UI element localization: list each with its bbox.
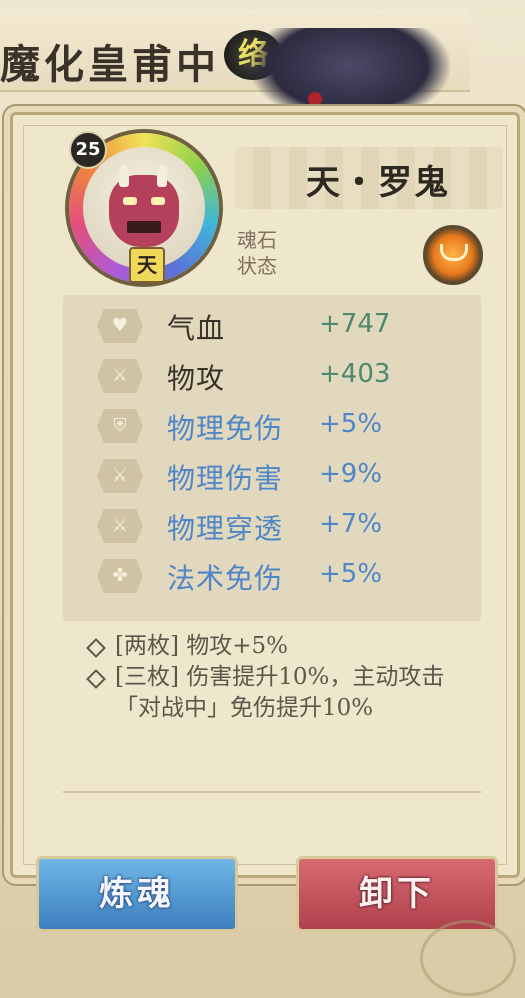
set-bonus-two: [两枚] 物攻+5% <box>86 631 467 662</box>
stat-name: 法术免伤 <box>167 562 284 595</box>
stat-name: 物理免伤 <box>167 412 284 445</box>
tier-badge: 天 <box>129 247 165 283</box>
sword-icon: ⚔ <box>97 509 143 543</box>
stat-row: ⛨ 物理免伤 +5% <box>97 405 477 451</box>
set-bonus-three: [三枚] 伤害提升10%，主动攻击「对战中」免伤提升10% <box>86 662 467 724</box>
set-bonus-list: [两枚] 物攻+5% [三枚] 伤害提升10%，主动攻击「对战中」免伤提升10% <box>86 631 467 724</box>
soul-stone-name: 天・罗鬼 <box>306 163 450 203</box>
stat-value: +403 <box>319 359 391 389</box>
level-badge: 25 <box>69 131 107 169</box>
stat-row: ⚔ 物理穿透 +7% <box>97 505 477 551</box>
sword-icon: ⚔ <box>97 359 143 393</box>
stat-row: ✤ 法术免伤 +5% <box>97 555 477 601</box>
sword-icon: ⚔ <box>97 459 143 493</box>
monster-silhouette <box>250 28 450 123</box>
stat-name: 物理穿透 <box>167 512 284 545</box>
heart-icon: ♥ <box>97 309 143 343</box>
boss-title: 魔化皇甫中 <box>0 41 220 88</box>
stat-name: 气血 <box>167 312 226 345</box>
oni-face-icon <box>109 165 179 247</box>
soul-stone-status-label: 魂石 状态 <box>237 228 277 278</box>
stat-value: +5% <box>319 409 383 439</box>
magic-icon: ✤ <box>97 559 143 593</box>
refine-button[interactable]: 炼魂 <box>36 856 238 932</box>
stat-name: 物理伤害 <box>167 462 284 495</box>
stat-row: ⚔ 物攻 +403 <box>97 355 477 401</box>
divider <box>63 791 481 793</box>
stat-value: +7% <box>319 509 383 539</box>
diamond-bullet-icon <box>86 669 106 689</box>
stat-row: ♥ 气血 +747 <box>97 305 477 351</box>
stats-panel: ♥ 气血 +747 ⚔ 物攻 +403 ⛨ 物理免伤 +5% ⚔ 物理伤害 +9% ⚔ 物理穿透 +7% ✤ 法… <box>63 295 481 621</box>
stat-name: 物攻 <box>167 362 226 395</box>
stat-row: ⚔ 物理伤害 +9% <box>97 455 477 501</box>
shield-icon: ⛨ <box>97 409 143 443</box>
stat-value: +747 <box>319 309 391 339</box>
monster-eye-icon <box>308 92 322 106</box>
bowl-icon <box>440 244 468 261</box>
status-toggle-button[interactable] <box>423 225 483 285</box>
stat-value: +5% <box>319 559 383 589</box>
diamond-bullet-icon <box>86 638 106 658</box>
soul-stone-card: 天・罗鬼 25 天 魂石 状态 ♥ 气血 +747 ⚔ 物攻 +403 ⛨ 物理免伤 +5% ⚔ 物理… <box>10 112 520 878</box>
ornament-decoration <box>420 920 516 996</box>
stat-value: +9% <box>319 459 383 489</box>
